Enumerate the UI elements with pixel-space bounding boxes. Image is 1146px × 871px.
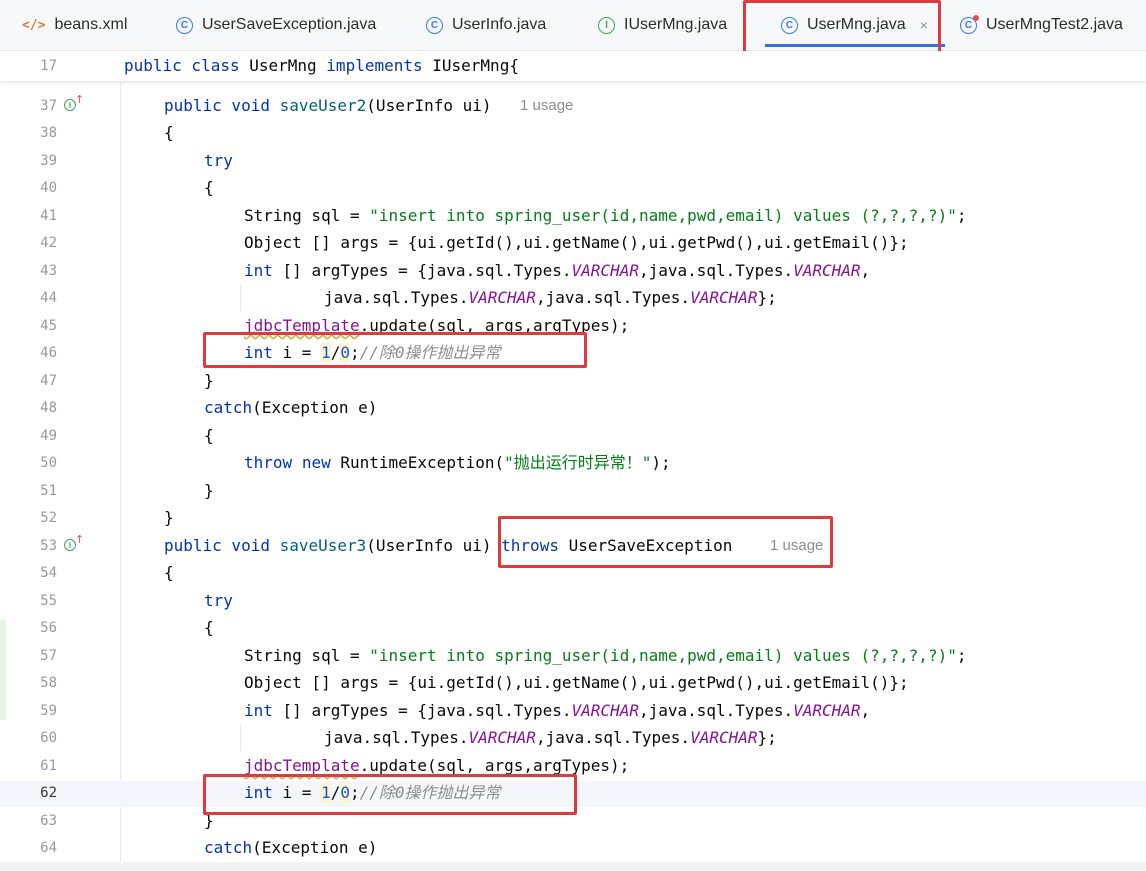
line-number: 47: [40, 373, 57, 389]
active-tab-highlight-box: [743, 0, 941, 56]
code-line: java.sql.Types.VARCHAR,java.sql.Types.VA…: [324, 288, 777, 307]
code-line: {: [204, 618, 214, 637]
code-line: Object [] args = {ui.getId(),ui.getName(…: [244, 673, 909, 692]
left-edge-strip: [0, 620, 6, 720]
interface-icon: I: [598, 16, 615, 34]
code-line: try: [204, 591, 233, 610]
line-number: 64: [40, 840, 57, 856]
code-line: }: [164, 508, 174, 527]
code-line: java.sql.Types.VARCHAR,java.sql.Types.VA…: [324, 728, 777, 747]
class-icon: C: [176, 16, 193, 34]
line-number: 63: [40, 813, 57, 829]
line-number: 42: [40, 235, 57, 251]
usage-inlay-hint[interactable]: 1 usage: [520, 96, 573, 116]
line-number-current: 62: [40, 785, 57, 801]
tab-user-info[interactable]: C UserInfo.java: [426, 0, 546, 50]
line-number: 54: [40, 565, 57, 581]
indent-guide: [240, 285, 241, 311]
tab-label: beans.xml: [54, 16, 128, 33]
code-line: int [] argTypes = {java.sql.Types.VARCHA…: [244, 701, 871, 720]
line-number: 59: [40, 703, 57, 719]
line-number: 38: [40, 125, 57, 141]
throws-highlight-box: [498, 516, 833, 568]
tab-label: UserMngTest2.java: [986, 16, 1123, 33]
code-line: int [] argTypes = {java.sql.Types.VARCHA…: [244, 261, 871, 280]
line-number: 53: [40, 538, 57, 554]
line-number: 41: [40, 208, 57, 224]
division-highlight-box: [203, 774, 577, 815]
line-number: 17: [40, 58, 57, 74]
line-number: 37: [40, 98, 57, 114]
line-number: 49: [40, 428, 57, 444]
line-number: 56: [40, 620, 57, 636]
line-number: 55: [40, 593, 57, 609]
line-number: 61: [40, 758, 57, 774]
arrow-up-icon: ↑: [75, 533, 85, 546]
code-line: {: [204, 178, 214, 197]
code-line: String sql = "insert into spring_user(id…: [244, 646, 967, 665]
code-line: }: [204, 481, 214, 500]
line-number: 60: [40, 730, 57, 746]
line-number: 48: [40, 400, 57, 416]
line-number: 43: [40, 263, 57, 279]
code-line: Object [] args = {ui.getId(),ui.getName(…: [244, 233, 909, 252]
sticky-class-header[interactable]: 17 public class UserMng implements IUser…: [0, 51, 1146, 81]
code-line: {: [204, 426, 214, 445]
tab-beans-xml[interactable]: </> beans.xml: [22, 0, 127, 50]
line-number: 52: [40, 510, 57, 526]
code-line: {: [164, 123, 174, 142]
code-line: jdbcTemplate.update(sql, args,argTypes);: [244, 756, 630, 775]
code-line: public void saveUser2(UserInfo ui): [164, 96, 492, 115]
line-number: 58: [40, 675, 57, 691]
line-number: 57: [40, 648, 57, 664]
tab-user-save-exception[interactable]: C UserSaveException.java: [176, 0, 376, 50]
indent-guide: [240, 725, 241, 751]
code-line: throw new RuntimeException("抛出运行时异常！");: [244, 453, 671, 472]
code-line: {: [164, 563, 174, 582]
code-line: catch(Exception e): [204, 398, 378, 417]
xml-file-icon: </>: [22, 17, 46, 33]
line-number: 45: [40, 318, 57, 334]
code-line: }: [204, 371, 214, 390]
division-highlight-box: [203, 332, 587, 368]
tab-label: UserSaveException.java: [202, 16, 377, 33]
tab-user-mng-test2[interactable]: C UserMngTest2.java: [960, 0, 1123, 50]
editor-bottom-edge: [0, 862, 1146, 871]
sticky-class-declaration: public class UserMng implements IUserMng…: [124, 56, 519, 75]
line-number: 44: [40, 290, 57, 306]
tab-iuser-mng[interactable]: I IUserMng.java: [598, 0, 727, 50]
tab-label: UserInfo.java: [452, 16, 547, 33]
tab-label: IUserMng.java: [624, 16, 728, 33]
code-line: catch(Exception e): [204, 838, 378, 857]
line-number: 46: [40, 345, 57, 361]
test-class-icon: C: [960, 14, 979, 34]
line-number: 39: [40, 153, 57, 169]
class-icon: C: [426, 16, 443, 34]
line-number: 51: [40, 483, 57, 499]
line-number: 40: [40, 180, 57, 196]
code-line: try: [204, 151, 233, 170]
code-line: String sql = "insert into spring_user(id…: [244, 206, 967, 225]
editor-tab-bar: </> beans.xml C UserSaveException.java C…: [0, 0, 1146, 51]
line-number: 50: [40, 455, 57, 471]
arrow-up-icon: ↑: [75, 93, 85, 106]
